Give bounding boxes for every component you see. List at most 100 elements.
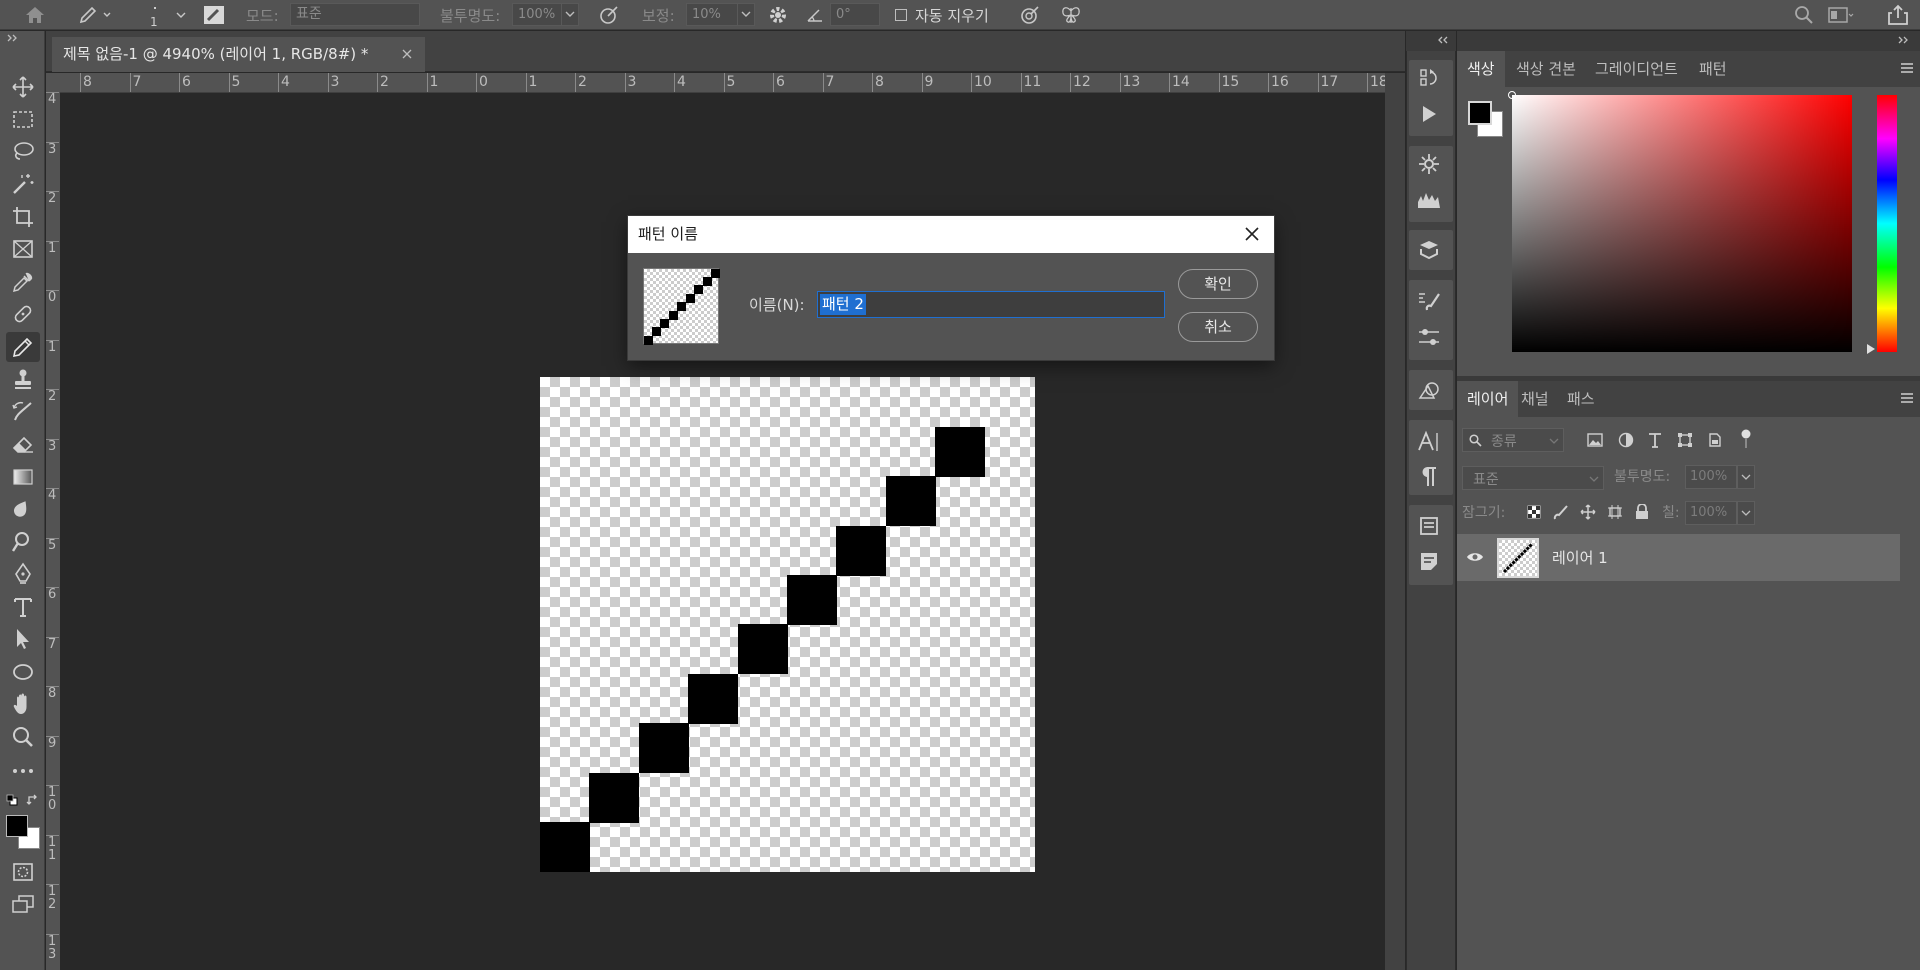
lock-transparent-pixels-icon[interactable] [1524, 502, 1544, 522]
quick-mask-icon[interactable] [6, 857, 40, 887]
blur-tool-icon[interactable] [6, 494, 40, 524]
default-colors-icon[interactable] [6, 794, 18, 806]
gear-icon[interactable] [766, 4, 790, 26]
filter-type-icon[interactable] [1645, 430, 1665, 450]
character-panel-icon[interactable] [1412, 427, 1446, 455]
zoom-tool-icon[interactable] [6, 722, 40, 752]
lock-all-icon[interactable] [1632, 502, 1652, 522]
clone-source-icon[interactable] [1412, 377, 1446, 405]
color-panel-menu-icon[interactable] [1901, 63, 1915, 75]
toolbar-collapse-icon[interactable] [6, 33, 20, 43]
healing-brush-tool-icon[interactable] [6, 299, 40, 329]
filter-adjustment-icon[interactable] [1616, 430, 1636, 450]
tab-color[interactable]: 색상 [1457, 51, 1505, 87]
paragraph-panel-icon[interactable] [1412, 462, 1446, 490]
layer-visibility-eye-icon[interactable] [1463, 546, 1487, 568]
more-tools-icon[interactable] [6, 756, 40, 786]
filter-image-icon[interactable] [1585, 430, 1605, 450]
pressure-size-icon[interactable] [1017, 4, 1043, 26]
tab-channels[interactable]: 채널 [1511, 381, 1559, 417]
opacity-input[interactable]: 100% [512, 3, 562, 26]
lasso-tool-icon[interactable] [6, 137, 40, 167]
lock-position-icon[interactable] [1578, 502, 1598, 522]
dodge-tool-icon[interactable] [6, 527, 40, 557]
lock-image-pixels-icon[interactable] [1551, 502, 1571, 522]
pencil-tool-icon[interactable] [6, 332, 40, 362]
type-tool-icon[interactable] [6, 592, 40, 622]
smoothing-dropdown[interactable] [737, 3, 755, 26]
hue-slider-handle[interactable] [1867, 344, 1875, 354]
frame-tool-icon[interactable] [6, 234, 40, 264]
foreground-color-swatch[interactable] [6, 815, 28, 837]
history-panel-icon[interactable] [1412, 64, 1446, 92]
ok-button[interactable]: 확인 [1178, 269, 1258, 299]
layer-opacity-dropdown[interactable] [1737, 465, 1755, 489]
vertical-scrollbar[interactable] [1385, 73, 1405, 970]
color-field-picker[interactable] [1508, 91, 1516, 99]
pencil-tool-preset-icon[interactable] [74, 3, 118, 27]
adjustments-panel-icon[interactable] [1412, 150, 1446, 178]
tab-patterns[interactable]: 패턴 [1689, 51, 1737, 87]
home-icon[interactable] [18, 3, 52, 27]
fill-input[interactable]: 100% [1685, 501, 1737, 525]
filter-toggle-icon[interactable] [1741, 428, 1751, 450]
document-canvas[interactable] [540, 377, 1035, 872]
screen-mode-icon[interactable] [6, 889, 40, 919]
ellipse-tool-icon[interactable] [6, 657, 40, 687]
auto-erase-checkbox[interactable] [895, 9, 907, 21]
angle-input[interactable]: 0° [830, 3, 880, 26]
share-icon[interactable] [1884, 3, 1912, 27]
crop-tool-icon[interactable] [6, 202, 40, 232]
brush-settings-panel-icon[interactable] [1412, 323, 1446, 351]
auto-erase-label[interactable]: 자동 지우기 [915, 5, 989, 26]
layers-panel-menu-icon[interactable] [1901, 393, 1915, 405]
hand-tool-icon[interactable] [6, 689, 40, 719]
actions-play-icon[interactable] [1412, 100, 1446, 128]
search-icon[interactable] [1792, 4, 1816, 26]
smoothing-input[interactable]: 10% [686, 3, 738, 26]
tab-swatches[interactable]: 색상 견본 [1506, 51, 1586, 87]
document-tab[interactable]: 제목 없음-1 @ 4940% (레이어 1, RGB/8#) * [52, 37, 425, 72]
properties-panel-icon[interactable] [1412, 512, 1446, 540]
tab-gradients[interactable]: 그레이디언트 [1585, 51, 1688, 87]
mode-select[interactable]: 표준 [290, 3, 420, 26]
pattern-name-input[interactable]: 패턴 2 [817, 291, 1165, 318]
filter-shape-icon[interactable] [1675, 430, 1695, 450]
magic-wand-tool-icon[interactable] [6, 169, 40, 199]
cancel-button[interactable]: 취소 [1178, 312, 1258, 342]
color-panel-foreground-swatch[interactable] [1468, 101, 1492, 125]
notes-panel-icon[interactable] [1412, 547, 1446, 575]
hue-slider[interactable] [1877, 95, 1897, 352]
color-field[interactable] [1508, 91, 1852, 352]
tab-paths[interactable]: 패스 [1557, 381, 1605, 417]
blend-mode-select[interactable]: 표준 [1462, 466, 1604, 490]
histogram-panel-icon[interactable] [1412, 185, 1446, 213]
3d-materials-icon[interactable] [1412, 236, 1446, 264]
pressure-opacity-icon[interactable] [596, 4, 622, 26]
tab-layers[interactable]: 레이어 [1457, 381, 1519, 417]
swap-colors-icon[interactable] [26, 793, 40, 807]
close-tab-icon[interactable] [402, 49, 414, 61]
dialog-close-icon[interactable] [1244, 226, 1262, 244]
layer-row[interactable]: 레이어 1 [1457, 534, 1900, 581]
path-selection-tool-icon[interactable] [6, 624, 40, 654]
clone-stamp-tool-icon[interactable] [6, 364, 40, 394]
eyedropper-tool-icon[interactable] [6, 267, 40, 297]
eraser-tool-icon[interactable] [6, 429, 40, 459]
layer-thumbnail[interactable] [1497, 538, 1539, 578]
filter-smart-object-icon[interactable] [1705, 430, 1725, 450]
lock-artboard-icon[interactable] [1605, 502, 1625, 522]
gradient-tool-icon[interactable] [6, 462, 40, 492]
layer-opacity-input[interactable]: 100% [1685, 465, 1737, 489]
pen-tool-icon[interactable] [6, 559, 40, 589]
brush-size-picker[interactable]: 1 [140, 2, 190, 29]
move-tool-icon[interactable] [6, 72, 40, 102]
brush-settings-icon[interactable] [202, 4, 226, 26]
symmetry-butterfly-icon[interactable] [1058, 4, 1084, 26]
layer-filter-select[interactable]: 종류 [1462, 428, 1564, 452]
workspace-layout-icon[interactable] [1826, 4, 1856, 26]
history-brush-tool-icon[interactable] [6, 397, 40, 427]
fill-dropdown[interactable] [1737, 501, 1755, 525]
opacity-dropdown[interactable] [561, 3, 579, 26]
brushes-panel-icon[interactable] [1412, 287, 1446, 315]
